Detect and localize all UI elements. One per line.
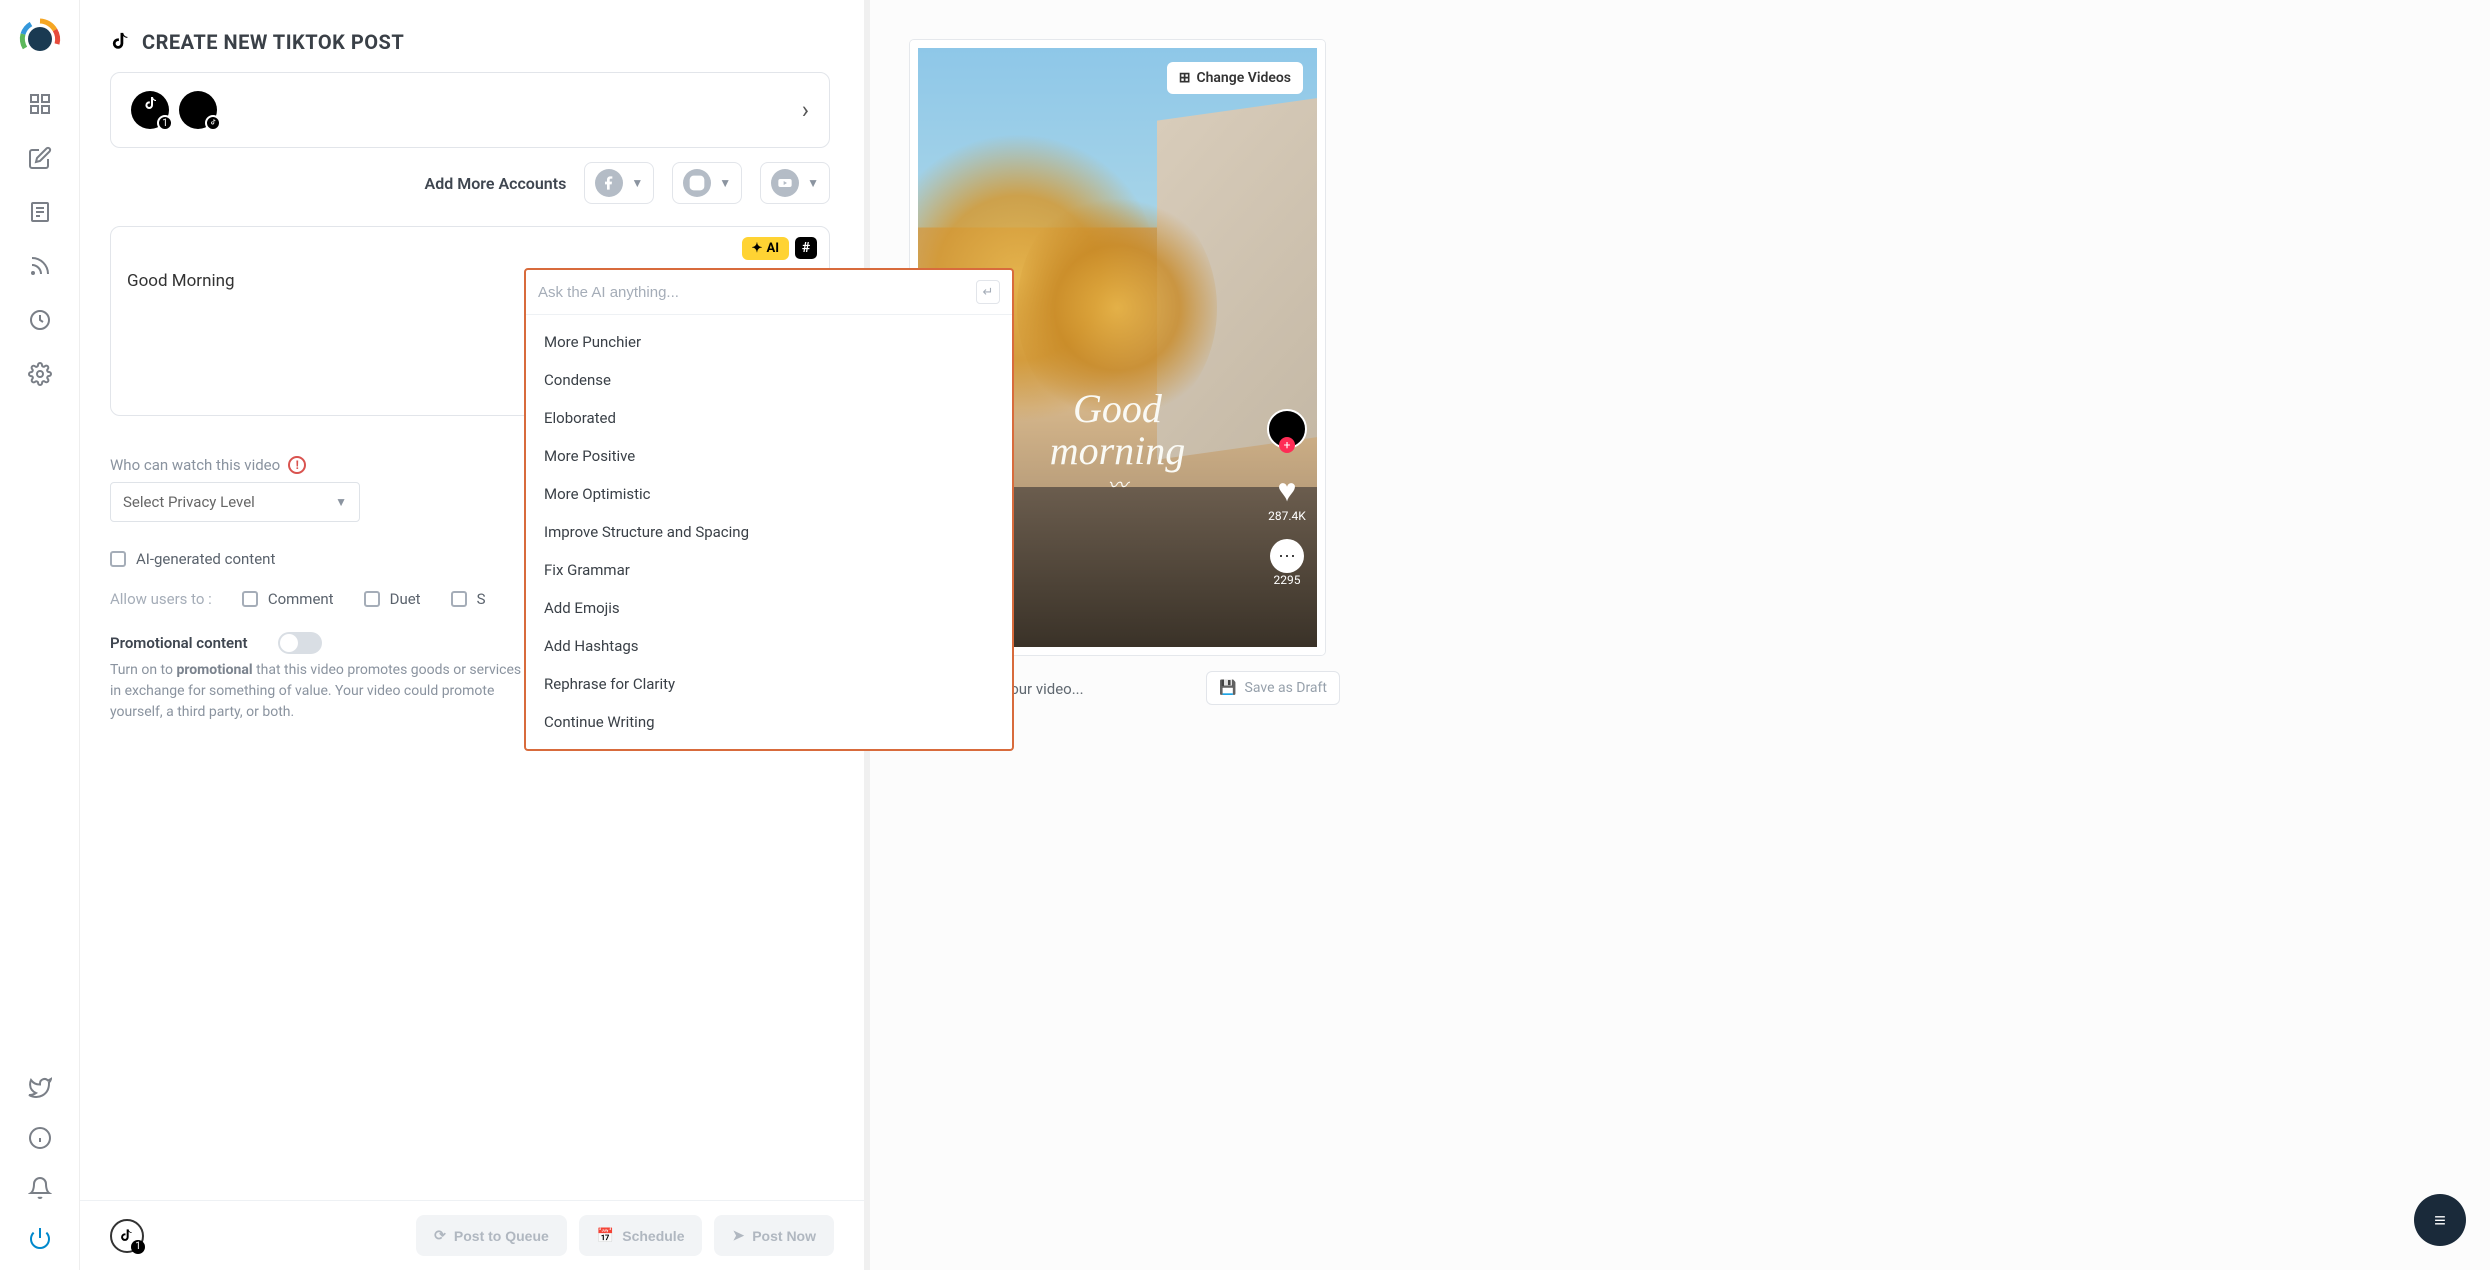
ai-option[interactable]: Condense (526, 361, 1012, 399)
tiktok-icon (110, 31, 132, 53)
account-count-badge: 1 (157, 115, 173, 131)
instagram-icon (683, 169, 711, 197)
chevron-down-icon: ▼ (631, 176, 643, 190)
save-icon: 💾 (1219, 680, 1236, 696)
ai-option[interactable]: Eloborated (526, 399, 1012, 437)
allow-users-label: Allow users to : (110, 590, 212, 608)
comments-count: 2295 (1270, 573, 1304, 587)
app-logo[interactable] (17, 16, 63, 62)
queue-icon: ⟳ (434, 1227, 446, 1244)
ai-option[interactable]: Continue Writing (526, 703, 1012, 741)
add-accounts-label: Add More Accounts (425, 174, 567, 193)
refresh-icon[interactable] (28, 308, 52, 332)
comment-checkbox[interactable] (242, 591, 258, 607)
sidebar-nav (0, 0, 80, 1270)
privacy-select[interactable]: Select Privacy Level ▼ (110, 482, 360, 522)
ai-generated-checkbox[interactable] (110, 551, 126, 567)
ai-submit-button[interactable]: ↵ (976, 280, 1000, 304)
send-icon: ➤ (732, 1227, 744, 1244)
sparkle-icon: ✦ (752, 241, 763, 256)
video-icon: ⊞ (1179, 70, 1191, 86)
chevron-right-icon: › (802, 96, 809, 124)
allow-duet-label: Duet (390, 590, 421, 608)
ai-option[interactable]: More Positive (526, 437, 1012, 475)
instagram-dropdown[interactable]: ▼ (672, 162, 742, 204)
likes-count: 287.4K (1268, 509, 1306, 523)
save-draft-button[interactable]: 💾Save as Draft (1206, 671, 1340, 705)
promo-description: Turn on to promotional that this video p… (110, 660, 530, 723)
chevron-down-icon: ▼ (335, 495, 347, 509)
post-to-queue-button[interactable]: ⟳Post to Queue (416, 1215, 567, 1256)
ai-button[interactable]: ✦AI (742, 237, 789, 260)
stitch-checkbox[interactable] (451, 591, 467, 607)
facebook-icon (595, 169, 623, 197)
document-icon[interactable] (28, 200, 52, 224)
facebook-dropdown[interactable]: ▼ (584, 162, 654, 204)
promo-heading: Promotional content (110, 634, 248, 652)
ai-option[interactable]: Fix Grammar (526, 551, 1012, 589)
heart-icon[interactable]: ♥ (1268, 471, 1306, 509)
chevron-down-icon: ▼ (807, 176, 819, 190)
page-title: CREATE NEW TIKTOK POST (142, 30, 404, 54)
post-now-button[interactable]: ➤Post Now (714, 1215, 834, 1256)
follow-plus-icon: + (1279, 437, 1295, 453)
privacy-label: Who can watch this video (110, 456, 280, 474)
chevron-down-icon: ▼ (719, 176, 731, 190)
hashtag-button[interactable]: # (795, 237, 817, 259)
preview-profile-avatar[interactable]: + (1267, 409, 1307, 449)
compose-icon[interactable] (28, 146, 52, 170)
calendar-icon: 📅 (597, 1227, 614, 1244)
alert-icon: ! (288, 456, 306, 474)
ai-option[interactable]: More Optimistic (526, 475, 1012, 513)
rss-icon[interactable] (28, 254, 52, 278)
floating-menu-button[interactable]: ≡ (2414, 1194, 2466, 1246)
preview-panel: ⊞Change Videos Goodmorning〰 + ♥287.4K ⋯2… (870, 0, 2490, 1270)
account-avatar-1: 1 (131, 91, 169, 129)
twitter-icon[interactable] (28, 1076, 52, 1100)
ai-option[interactable]: Rephrase for Clarity (526, 665, 1012, 703)
privacy-select-text: Select Privacy Level (123, 493, 255, 511)
info-icon[interactable] (28, 1126, 52, 1150)
ai-options-list: More Punchier Condense Eloborated More P… (526, 315, 1012, 749)
ai-generated-label: AI-generated content (136, 550, 275, 568)
footer-bar: 1 ⟳Post to Queue 📅Schedule ➤Post Now (80, 1200, 864, 1270)
ai-option[interactable]: Add Emojis (526, 589, 1012, 627)
youtube-icon (771, 169, 799, 197)
power-icon[interactable] (28, 1226, 52, 1250)
allow-stitch-label: S (477, 590, 486, 608)
dashboard-icon[interactable] (28, 92, 52, 116)
youtube-dropdown[interactable]: ▼ (760, 162, 830, 204)
duet-checkbox[interactable] (364, 591, 380, 607)
account-selector[interactable]: 1 › (110, 72, 830, 148)
schedule-button[interactable]: 📅Schedule (579, 1215, 703, 1256)
change-videos-button[interactable]: ⊞Change Videos (1167, 62, 1303, 94)
comment-icon[interactable]: ⋯ (1270, 539, 1304, 573)
allow-comment-label: Comment (268, 590, 334, 608)
ai-option[interactable]: Add Hashtags (526, 627, 1012, 665)
footer-account-badge[interactable]: 1 (110, 1219, 144, 1253)
account-avatar-2 (179, 91, 217, 129)
ai-prompt-input[interactable] (538, 284, 976, 301)
promo-toggle[interactable] (278, 632, 322, 654)
ai-option[interactable]: Improve Structure and Spacing (526, 513, 1012, 551)
ai-suggestions-popup: ↵ More Punchier Condense Eloborated More… (524, 268, 1014, 751)
settings-icon[interactable] (28, 362, 52, 386)
ai-option[interactable]: More Punchier (526, 323, 1012, 361)
bell-icon[interactable] (28, 1176, 52, 1200)
